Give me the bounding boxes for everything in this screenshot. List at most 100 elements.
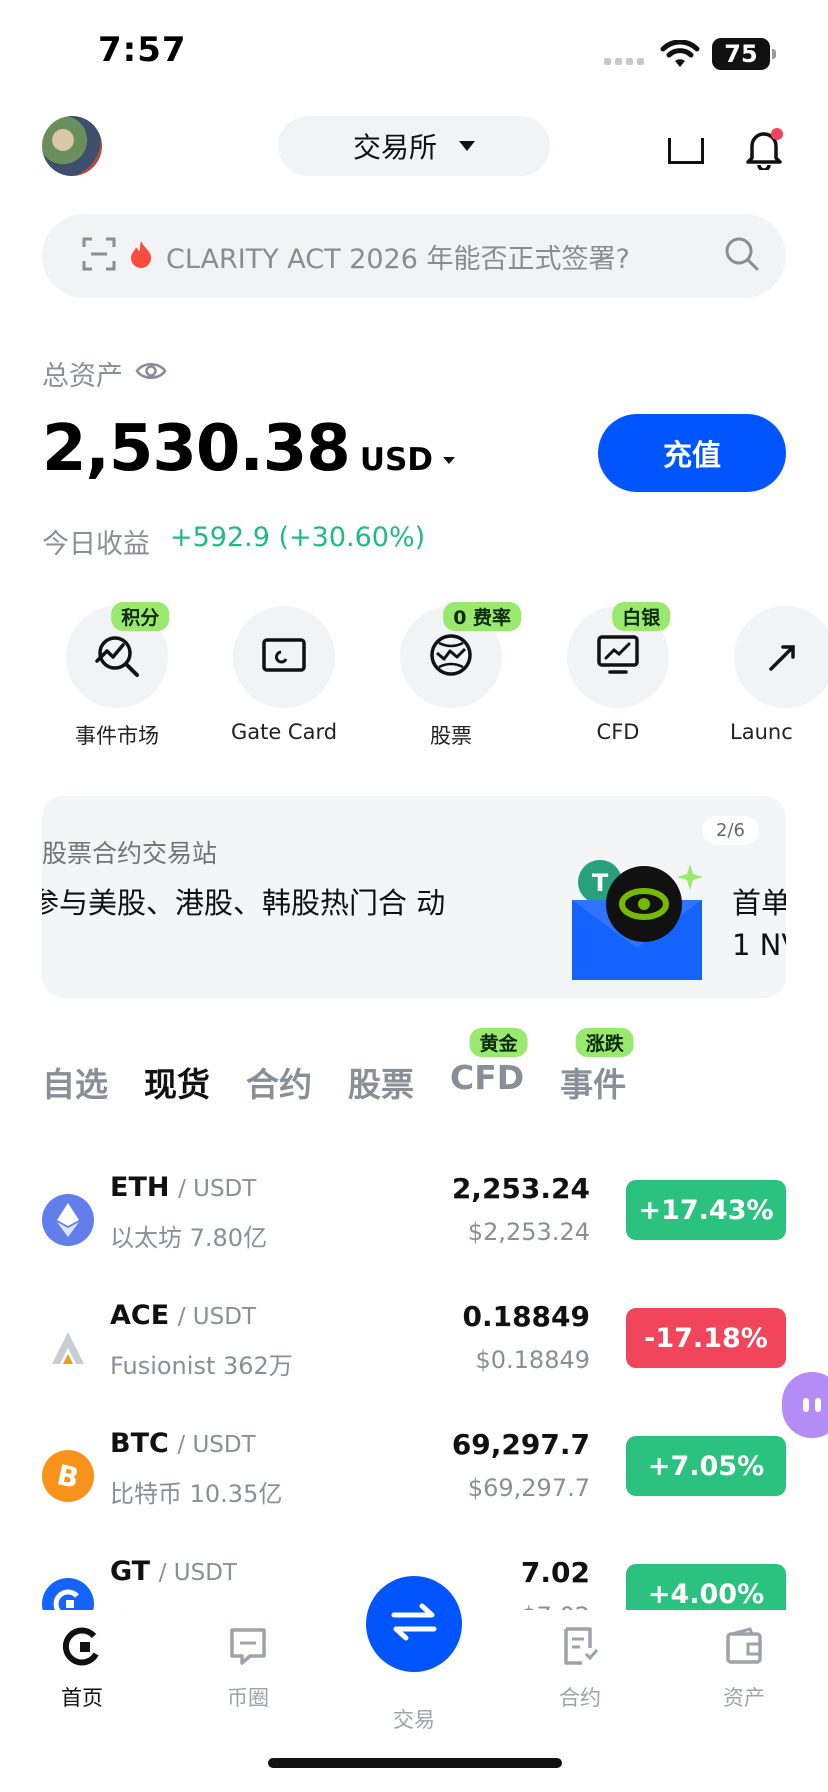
globe-icon: [429, 633, 473, 681]
pair-quote: / USDT: [177, 1304, 257, 1330]
signal-icon: [604, 58, 644, 66]
market-row-eth[interactable]: ETH / USDT 以太坊 7.80亿 2,253.24 $2,253.24 …: [42, 1172, 786, 1282]
quick-label: Gate Card: [230, 720, 338, 744]
tab-events-label: 事件: [560, 1065, 627, 1104]
fire-icon: [130, 240, 152, 272]
swap-icon: [390, 1602, 438, 1646]
total-assets-text: 总资产: [42, 361, 123, 392]
pair-base: GT: [110, 1556, 151, 1587]
total-assets-label: 总资产: [42, 354, 167, 393]
banner-next-line: 首单: [732, 886, 786, 920]
quick-cfd[interactable]: 白银 CFD: [543, 602, 693, 744]
banner-next-line: 1 NV: [732, 928, 786, 962]
nav-futures[interactable]: 合约: [520, 1626, 640, 1712]
search-bar[interactable]: CLARITY ACT 2026 年能否正式签署?: [42, 214, 786, 298]
deposit-button[interactable]: 充值: [598, 414, 786, 492]
trade-button[interactable]: [366, 1576, 462, 1672]
pair-base: ACE: [110, 1300, 170, 1331]
market-tabs: 自选 现货 合约 股票 CFD 黄金 事件 涨跌: [42, 1028, 634, 1106]
market-row-btc[interactable]: B BTC / USDT 比特币 10.35亿 69,297.7 $69,297…: [42, 1428, 786, 1538]
nav-label: 首页: [61, 1686, 103, 1710]
nav-home[interactable]: 首页: [22, 1626, 142, 1712]
total-assets-value: 2,530.38 USD: [42, 412, 456, 486]
tab-watchlist[interactable]: 自选: [42, 1058, 108, 1106]
svg-text:B: B: [54, 1459, 82, 1493]
chat-icon: [228, 1628, 268, 1670]
event-market-icon: [93, 631, 141, 683]
bell-icon[interactable]: [744, 128, 784, 174]
scan-icon[interactable]: [668, 138, 704, 164]
wifi-icon: [660, 39, 700, 74]
change-badge[interactable]: +7.05%: [626, 1436, 786, 1496]
pair-name: ETH / USDT: [110, 1172, 256, 1203]
scan-icon[interactable]: [82, 237, 116, 275]
pair-base: ETH: [110, 1172, 170, 1203]
chart-monitor-icon: [596, 634, 640, 680]
eth-icon: [42, 1194, 94, 1246]
pair-name: GT / USDT: [110, 1556, 237, 1587]
quick-badge: 白银: [612, 602, 671, 631]
banner-subtitle: 股票合约交易站: [42, 839, 218, 868]
exchange-label: 交易所: [352, 131, 437, 164]
total-assets-amount: 2,530.38: [42, 412, 351, 486]
tab-cfd-label: CFD: [450, 1058, 525, 1097]
exchange-switcher[interactable]: 交易所: [278, 116, 550, 176]
ace-icon: [42, 1322, 94, 1374]
contract-icon: [560, 1627, 600, 1670]
btc-icon: B: [42, 1450, 94, 1502]
banner-next-peek: 首单 1 NV: [732, 882, 786, 966]
quick-label: CFD: [596, 720, 640, 744]
search-icon[interactable]: [724, 236, 760, 276]
today-pnl: 今日收益 +592.9 (+30.60%): [42, 522, 425, 561]
banner-pager: 2/6: [702, 816, 759, 845]
svg-text:T: T: [592, 869, 609, 897]
card-icon: [262, 637, 306, 677]
nav-label: 币圈: [227, 1686, 269, 1710]
last-price: 2,253.24: [451, 1172, 590, 1205]
pair-quote: / USDT: [177, 1432, 256, 1458]
quick-badge: 积分: [111, 602, 170, 631]
tab-cfd[interactable]: CFD 黄金: [450, 1028, 528, 1106]
caret-down-icon[interactable]: [443, 457, 456, 464]
quick-badge: 0 费率: [443, 602, 522, 631]
quick-stocks[interactable]: 0 费率 股票: [376, 602, 526, 750]
nav-assets[interactable]: 资产: [684, 1626, 804, 1712]
pnl-label: 今日收益: [42, 529, 150, 560]
home-icon: [62, 1627, 102, 1670]
last-price: 69,297.7: [451, 1428, 590, 1461]
pair-quote: / USDT: [158, 1560, 237, 1586]
eye-icon[interactable]: [135, 358, 167, 389]
search-input[interactable]: CLARITY ACT 2026 年能否正式签署?: [166, 237, 724, 276]
caret-down-icon: [459, 141, 475, 151]
tab-events[interactable]: 事件 涨跌: [560, 1028, 634, 1106]
price-usd: $69,297.7: [467, 1474, 590, 1502]
market-row-ace[interactable]: ACE / USDT Fusionist 362万 0.18849 $0.188…: [42, 1300, 786, 1410]
quick-label: Launc: [730, 720, 793, 744]
assistant-bubble[interactable]: [782, 1372, 828, 1438]
home-indicator: [268, 1758, 562, 1768]
pair-name: ACE / USDT: [110, 1300, 256, 1331]
change-badge[interactable]: +17.43%: [626, 1180, 786, 1240]
change-badge[interactable]: -17.18%: [626, 1308, 786, 1368]
promo-banner[interactable]: 股票合约交易站 参与美股、港股、韩股热门合 动 T 2/6 首单 1 NV: [42, 796, 786, 998]
price-usd: $0.18849: [475, 1346, 590, 1374]
envelope-illustration: T: [572, 860, 703, 980]
pair-quote: / USDT: [178, 1176, 257, 1202]
currency-selector[interactable]: USD: [360, 442, 433, 478]
nav-label: 交易: [393, 1708, 435, 1732]
quick-event-market[interactable]: 积分 事件市场: [42, 602, 192, 750]
tab-stocks[interactable]: 股票: [348, 1058, 414, 1106]
quick-label: 股票: [430, 724, 472, 748]
pair-name: BTC / USDT: [110, 1428, 256, 1459]
banner-title: 参与美股、港股、韩股热门合 动: [42, 886, 446, 920]
quick-launch[interactable]: Launc: [710, 606, 828, 744]
avatar[interactable]: [42, 116, 102, 176]
last-price: 7.02: [520, 1556, 590, 1589]
tab-badge: 涨跌: [575, 1028, 634, 1057]
tab-futures[interactable]: 合约: [246, 1058, 312, 1106]
quick-gate-card[interactable]: Gate Card: [209, 606, 359, 744]
tab-spot[interactable]: 现货: [144, 1058, 210, 1106]
nav-feed[interactable]: 币圈: [188, 1626, 308, 1712]
nav-label: 合约: [559, 1686, 601, 1710]
wallet-icon: [724, 1627, 764, 1670]
